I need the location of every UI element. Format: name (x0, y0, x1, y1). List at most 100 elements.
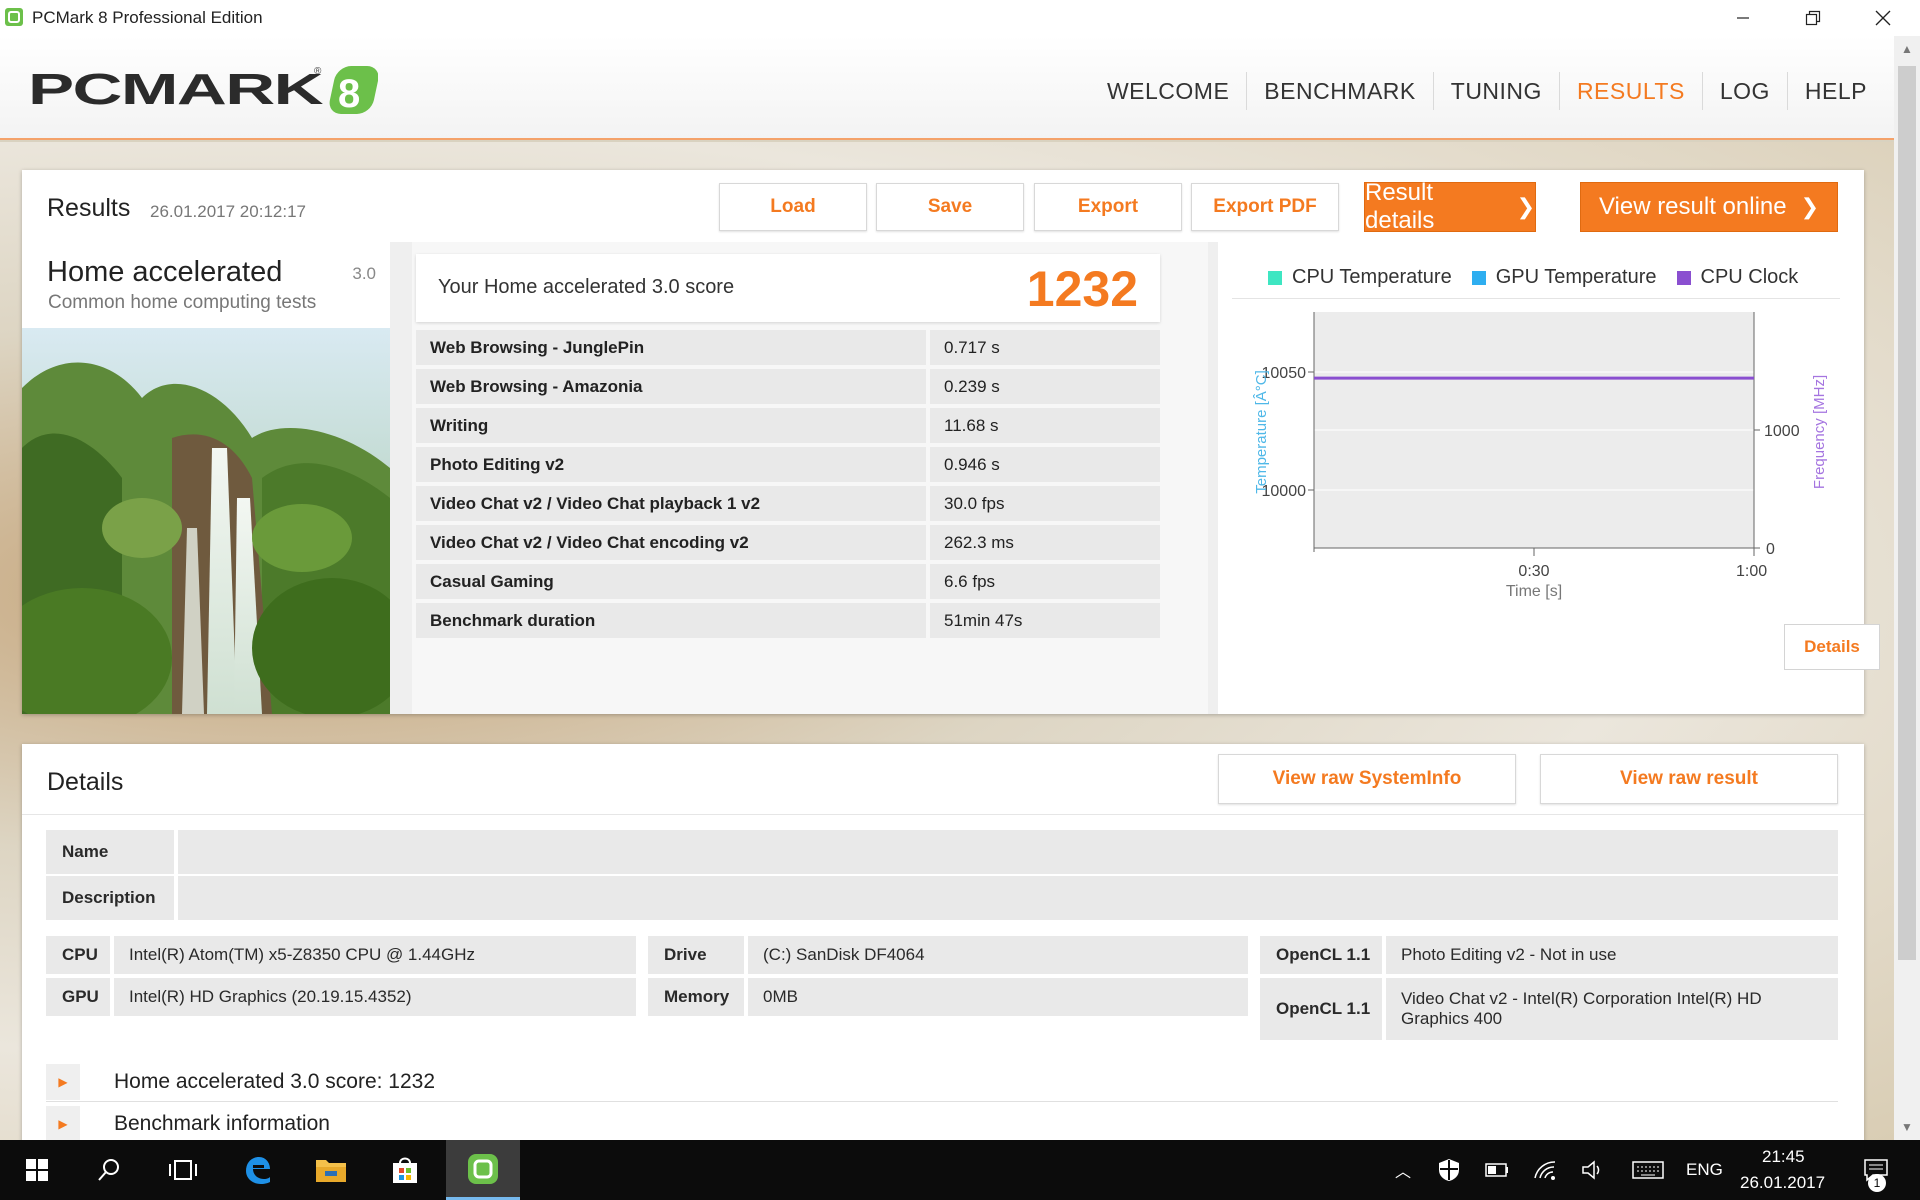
nav-tuning[interactable]: TUNING (1432, 72, 1559, 110)
taskbar-edge[interactable] (220, 1140, 294, 1200)
legend-item[interactable]: CPU Clock (1676, 266, 1798, 289)
scroll-down-icon[interactable]: ▼ (1894, 1114, 1920, 1140)
table-row: Casual Gaming 6.6 fps (416, 564, 1160, 603)
opencl-label: OpenCL 1.1 (1260, 936, 1382, 974)
nav-benchmark[interactable]: BENCHMARK (1246, 72, 1432, 110)
details-title: Details (47, 768, 124, 796)
minimize-button[interactable] (1708, 0, 1778, 36)
edge-icon (246, 1157, 270, 1184)
minimize-icon (1737, 17, 1749, 19)
view-raw-systeminfo-button[interactable]: View raw SystemInfo (1218, 754, 1516, 804)
volume-icon[interactable] (1580, 1158, 1606, 1182)
nav-results[interactable]: RESULTS (1558, 72, 1702, 110)
save-button[interactable]: Save (876, 183, 1024, 231)
details-divider (22, 814, 1864, 815)
scrollbar-thumb[interactable] (1898, 66, 1916, 960)
subscore-value: 6.6 fps (930, 564, 1160, 599)
legend-item[interactable]: GPU Temperature (1471, 266, 1657, 289)
title-bar: PCMark 8 Professional Edition (0, 0, 1920, 36)
app-header: PCMARK ® 8 WELCOME BENCHMARK TUNING RESU… (0, 36, 1894, 140)
expand-arrow-icon[interactable]: ▶ (46, 1064, 80, 1100)
chart-legend: CPU Temperature GPU Temperature CPU Cloc… (1268, 266, 1798, 289)
view-result-online-label: View result online (1598, 193, 1787, 220)
expander-benchmark-info[interactable]: ▶ Benchmark information (46, 1104, 1838, 1144)
close-button[interactable] (1848, 0, 1918, 36)
nav-log[interactable]: LOG (1701, 72, 1787, 110)
results-panel: Results 26.01.2017 20:12:17 Load Save Ex… (22, 170, 1880, 714)
subscore-name: Writing (416, 408, 926, 443)
monitoring-chart: CPU Temperature GPU Temperature CPU Cloc… (1218, 242, 1880, 714)
pcmark-app-icon (468, 1153, 498, 1184)
table-row: Video Chat v2 / Video Chat encoding v2 26… (416, 525, 1160, 564)
pcmark-8-logo: PCMARK ® 8 (28, 65, 378, 116)
store-icon (393, 1157, 417, 1183)
vertical-scrollbar[interactable]: ▲ ▼ (1894, 36, 1920, 1140)
description-label: Description (46, 876, 174, 920)
show-hidden-icons-icon[interactable]: ︿ (1390, 1158, 1416, 1182)
subscore-value: 30.0 fps (930, 486, 1160, 521)
subscore-name: Benchmark duration (416, 603, 926, 638)
legend-label: GPU Temperature (1495, 266, 1657, 288)
restore-button[interactable] (1778, 0, 1848, 36)
opencl-value: Video Chat v2 - Intel(R) Corporation Int… (1386, 978, 1838, 1040)
nav-welcome[interactable]: WELCOME (1090, 72, 1246, 110)
taskbar-store[interactable] (368, 1140, 442, 1200)
notification-count-badge: 1 (1868, 1174, 1886, 1192)
legend-swatch (1676, 270, 1691, 285)
description-row: Description (46, 876, 1838, 920)
taskbar-file-explorer[interactable] (294, 1140, 368, 1200)
nav-help[interactable]: HELP (1786, 72, 1884, 110)
battery-icon[interactable] (1484, 1158, 1510, 1182)
start-button[interactable] (0, 1140, 74, 1200)
subscore-value: 0.717 s (930, 330, 1160, 365)
test-version: 3.0 (352, 264, 376, 283)
memory-value: 0MB (748, 978, 1248, 1016)
security-shield-icon[interactable] (1436, 1158, 1462, 1182)
restore-icon (1805, 10, 1821, 26)
scroll-up-icon[interactable]: ▲ (1894, 36, 1920, 62)
x-tick-label: 1:00 (1736, 563, 1767, 580)
opencl-value: Photo Editing v2 - Not in use (1386, 936, 1838, 974)
legend-swatch (1268, 270, 1282, 285)
chevron-right-icon: ❯ (1800, 194, 1820, 219)
expander-label: Benchmark information (114, 1112, 330, 1135)
subscore-name: Video Chat v2 / Video Chat playback 1 v2 (416, 486, 926, 521)
subscore-value: 262.3 ms (930, 525, 1160, 560)
cpu-value: Intel(R) Atom(TM) x5-Z8350 CPU @ 1.44GHz (114, 936, 636, 974)
expander-score[interactable]: ▶ Home accelerated 3.0 score: 1232 (46, 1062, 1838, 1102)
table-row: Writing 11.68 s (416, 408, 1160, 447)
clock-date[interactable]: 26.01.2017 (1740, 1173, 1825, 1193)
export-pdf-button[interactable]: Export PDF (1191, 183, 1339, 231)
legend-item[interactable]: CPU Temperature (1268, 266, 1452, 289)
expand-arrow-icon[interactable]: ▶ (46, 1106, 80, 1142)
name-label: Name (46, 830, 174, 874)
view-result-online-button[interactable]: View result online ❯ (1580, 182, 1838, 232)
table-row: Photo Editing v2 0.946 s (416, 447, 1160, 486)
chart-plot: 10050 10000 1000 0 0:30 1:00 Time [s] Te… (1253, 312, 1828, 600)
view-raw-result-button[interactable]: View raw result (1540, 754, 1838, 804)
chart-details-button[interactable]: Details (1784, 624, 1880, 670)
input-language[interactable]: ENG (1686, 1160, 1723, 1180)
expander-label: Home accelerated 3.0 score: 1232 (114, 1070, 436, 1093)
chevron-right-icon: ❯ (1516, 194, 1535, 219)
test-name: Home accelerated (47, 256, 283, 288)
main-nav: WELCOME BENCHMARK TUNING RESULTS LOG HEL… (1090, 72, 1884, 110)
name-row: Name (46, 830, 1838, 874)
table-row: Web Browsing - JunglePin 0.717 s (416, 330, 1160, 369)
export-button[interactable]: Export (1034, 183, 1182, 231)
legend-divider (1232, 298, 1840, 299)
taskbar-pcmark[interactable] (446, 1140, 520, 1200)
window-title: PCMark 8 Professional Edition (32, 8, 263, 27)
clock-time[interactable]: 21:45 (1762, 1147, 1805, 1167)
description-value (178, 876, 1838, 920)
search-button[interactable] (72, 1140, 146, 1200)
task-view-button[interactable] (146, 1140, 220, 1200)
x-tick-label: 0:30 (1518, 563, 1549, 580)
overall-score-box: Your Home accelerated 3.0 score 1232 (416, 254, 1160, 322)
subscore-name: Photo Editing v2 (416, 447, 926, 482)
score-section: Your Home accelerated 3.0 score 1232 Web… (412, 242, 1208, 714)
keyboard-icon[interactable] (1632, 1158, 1664, 1182)
result-details-button[interactable]: Result details ❯ (1364, 179, 1536, 234)
load-button[interactable]: Load (719, 183, 867, 231)
wifi-icon[interactable] (1532, 1158, 1558, 1182)
